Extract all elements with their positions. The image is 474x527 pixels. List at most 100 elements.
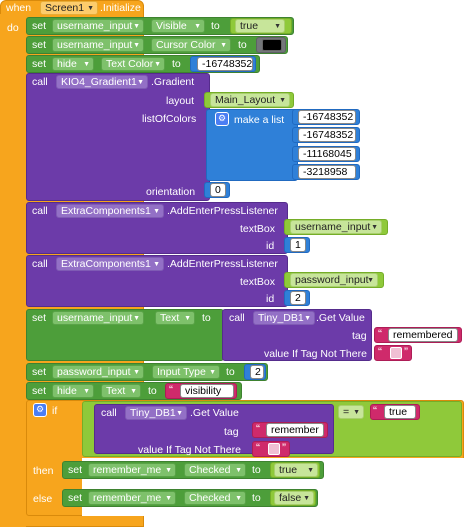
textbox-param-label: textBox (240, 276, 276, 288)
component-dropdown[interactable]: remember_me ▼ (88, 491, 176, 505)
visibility-string-value[interactable]: visibility (180, 384, 234, 398)
getvalue-method-label: .Get Value (190, 407, 239, 419)
chevron-down-icon: ▼ (353, 409, 360, 416)
chevron-down-icon: ▼ (209, 369, 216, 376)
extra-component-dropdown[interactable]: ExtraComponents1 ▼ (56, 204, 164, 218)
list-item-value[interactable]: -11168045 (298, 147, 356, 161)
chevron-down-icon: ▼ (133, 42, 140, 49)
empty-string-field[interactable] (390, 347, 402, 359)
value-if-not-there-label: value If Tag Not There (264, 348, 367, 360)
list-item-value[interactable]: -16748352 (298, 128, 356, 142)
chevron-down-icon: ▼ (165, 495, 172, 502)
component-dropdown[interactable]: hide ▼ (52, 384, 94, 398)
component-dropdown[interactable]: username_input ▼ (52, 19, 144, 33)
textbox-dropdown[interactable]: username_input ▼ (290, 220, 382, 234)
chevron-down-icon: ▼ (153, 208, 160, 215)
empty-string-field[interactable] (268, 443, 280, 455)
textbox-dropdown[interactable]: password_input ▼ (290, 273, 378, 287)
component-dropdown[interactable]: password_input ▼ (52, 365, 144, 379)
event-component-dropdown[interactable]: Screen1 ▼ (40, 1, 98, 15)
orientation-value[interactable]: 0 (210, 183, 226, 197)
call-keyword: call (101, 407, 117, 419)
property-dropdown[interactable]: Cursor Color ▼ (151, 38, 231, 52)
property-dropdown[interactable]: Text ▼ (101, 384, 141, 398)
layout-dropdown[interactable]: Main_Layout ▼ (210, 93, 290, 107)
listener-method-label: .AddEnterPressListener (167, 205, 278, 217)
to-keyword: to (202, 312, 211, 324)
id-value[interactable]: 1 (290, 238, 306, 252)
set-keyword: set (32, 20, 47, 32)
chevron-down-icon: ▼ (153, 261, 160, 268)
gradient-method-label: .Gradient (151, 76, 195, 88)
component-dropdown[interactable]: username_input ▼ (52, 38, 144, 52)
getvalue-method-label: .Get Value (316, 312, 365, 324)
set-keyword: set (68, 492, 83, 504)
chevron-down-icon: ▼ (371, 224, 378, 231)
textbox-param-label: textBox (240, 223, 276, 235)
value-if-not-there-label: value If Tag Not There (138, 444, 241, 456)
tinydb-dropdown[interactable]: Tiny_DB1 ▼ (125, 406, 187, 420)
list-item-value[interactable]: -16748352 (298, 110, 356, 124)
open-quote-icon: “ (378, 345, 382, 359)
property-dropdown[interactable]: Visible ▼ (151, 19, 205, 33)
open-quote-icon: “ (256, 422, 260, 436)
gear-icon[interactable]: ⚙ (33, 403, 47, 417)
boolean-dropdown[interactable]: true ▼ (235, 19, 285, 33)
property-dropdown[interactable]: Checked ▼ (184, 491, 246, 505)
gear-icon[interactable]: ⚙ (215, 112, 229, 126)
list-item-value[interactable]: -3218958 (298, 165, 356, 179)
component-dropdown[interactable]: remember_me ▼ (88, 463, 176, 477)
property-dropdown[interactable]: Checked ▼ (184, 463, 246, 477)
event-name-label: .Initialize (100, 2, 141, 14)
set-keyword: set (32, 58, 47, 70)
to-keyword: to (211, 20, 220, 32)
chevron-down-icon: ▼ (279, 97, 286, 104)
listener-method-label: .AddEnterPressListener (167, 258, 278, 270)
set-keyword: set (32, 385, 47, 397)
property-dropdown[interactable]: Text ▼ (155, 311, 195, 325)
input-type-value[interactable]: 2 (250, 365, 264, 379)
chevron-down-icon: ▼ (184, 315, 191, 322)
component-dropdown[interactable]: hide ▼ (52, 57, 94, 71)
chevron-down-icon: ▼ (133, 23, 140, 30)
make-list-label: make a list (234, 114, 285, 126)
call-keyword: call (32, 76, 48, 88)
if-keyword: if (52, 405, 58, 417)
call-keyword: call (229, 312, 245, 324)
gradient-component-dropdown[interactable]: KIO4_Gradient1 ▼ (56, 75, 148, 89)
set-keyword: set (32, 312, 47, 324)
set-keyword: set (32, 366, 47, 378)
tag-param-label: tag (352, 330, 367, 342)
compare-string-value[interactable]: true (384, 405, 416, 419)
extra-component-dropdown[interactable]: ExtraComponents1 ▼ (56, 257, 164, 271)
open-quote-icon: “ (169, 383, 173, 397)
to-keyword: to (172, 58, 181, 70)
gradient-call-block[interactable] (26, 73, 210, 201)
color-swatch[interactable] (262, 39, 282, 51)
tag-string-value[interactable]: remembered (388, 328, 458, 342)
component-dropdown[interactable]: username_input ▼ (52, 311, 144, 325)
tag-string-value[interactable]: remember (266, 423, 324, 437)
to-keyword: to (148, 385, 157, 397)
chevron-down-icon: ▼ (130, 388, 137, 395)
id-value[interactable]: 2 (290, 291, 306, 305)
boolean-dropdown[interactable]: false ▼ (274, 491, 314, 505)
then-keyword: then (33, 465, 54, 477)
chevron-down-icon: ▼ (87, 5, 94, 12)
property-dropdown[interactable]: Input Type ▼ (152, 365, 220, 379)
layout-param-label: layout (166, 95, 195, 107)
number-field[interactable]: -16748352 (197, 57, 253, 71)
to-keyword: to (252, 464, 261, 476)
tinydb-dropdown[interactable]: Tiny_DB1 ▼ (253, 311, 315, 325)
compare-operator-dropdown[interactable]: = ▼ (338, 405, 364, 419)
do-label: do (7, 22, 19, 34)
property-dropdown[interactable]: Text Color ▼ (101, 57, 165, 71)
set-keyword: set (68, 464, 83, 476)
close-quote-icon: ” (282, 441, 286, 455)
to-keyword: to (226, 366, 235, 378)
open-quote-icon: “ (256, 441, 260, 455)
chevron-down-icon: ▼ (176, 410, 183, 417)
chevron-down-icon: ▼ (83, 61, 90, 68)
chevron-down-icon: ▼ (304, 315, 311, 322)
boolean-dropdown[interactable]: true ▼ (274, 463, 318, 477)
